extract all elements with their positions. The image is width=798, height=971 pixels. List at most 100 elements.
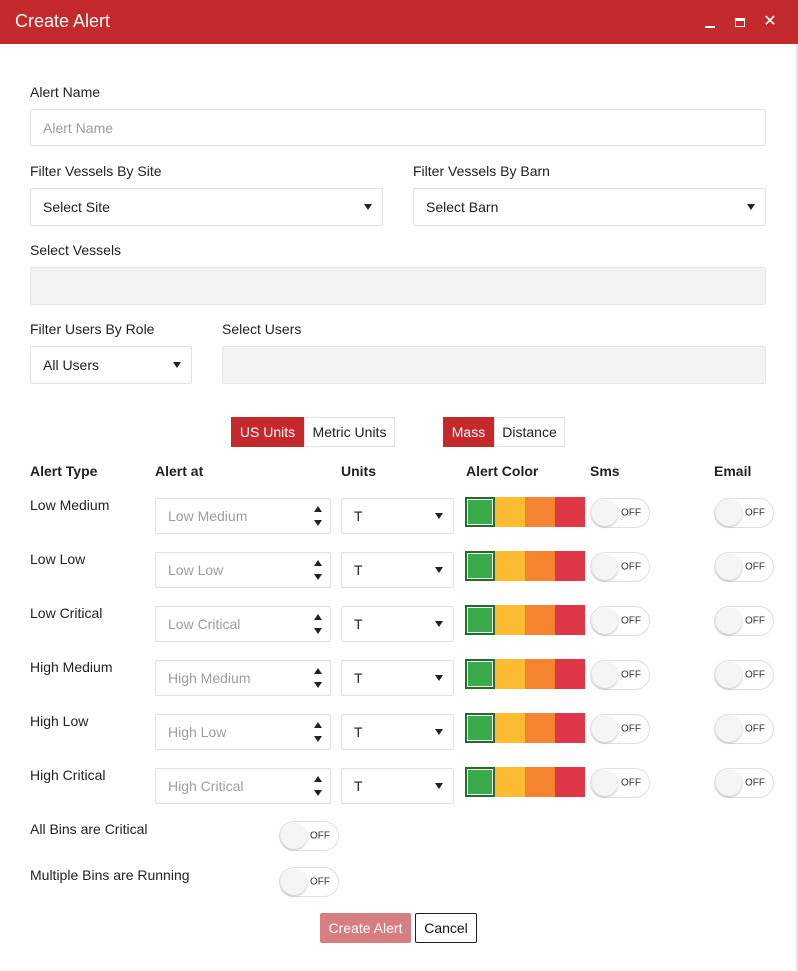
units-select[interactable]: T — [341, 660, 454, 696]
color-swatch[interactable] — [465, 767, 495, 797]
units-select-value: T — [354, 616, 363, 632]
email-toggle[interactable]: OFF — [714, 606, 774, 636]
maximize-button[interactable] — [730, 12, 750, 32]
units-select-value: T — [354, 670, 363, 686]
color-swatch[interactable] — [495, 551, 525, 581]
stepper-up-icon[interactable] — [314, 506, 322, 512]
units-select[interactable]: T — [341, 768, 454, 804]
barn-select[interactable]: Select Barn — [413, 188, 766, 226]
stepper-down-icon[interactable] — [314, 574, 322, 580]
email-toggle[interactable]: OFF — [714, 714, 774, 744]
alert-type-label: Low Critical — [30, 605, 103, 621]
chevron-down-icon — [435, 513, 443, 519]
email-toggle[interactable]: OFF — [714, 768, 774, 798]
alert-at-input[interactable]: Low Critical — [155, 606, 331, 642]
alert-at-input[interactable]: High Critical — [155, 768, 331, 804]
toggle-knob — [592, 662, 618, 688]
sms-toggle[interactable]: OFF — [590, 606, 650, 636]
color-swatch[interactable] — [555, 551, 585, 581]
color-swatch[interactable] — [495, 497, 525, 527]
us-units-button[interactable]: US Units — [231, 417, 304, 447]
alert-at-input[interactable]: High Medium — [155, 660, 331, 696]
color-swatch[interactable] — [465, 605, 495, 635]
color-swatch[interactable] — [525, 605, 555, 635]
create-alert-button[interactable]: Create Alert — [320, 913, 411, 943]
toggle-state: OFF — [621, 777, 641, 789]
email-toggle[interactable]: OFF — [714, 660, 774, 690]
minimize-button[interactable] — [700, 12, 720, 32]
email-toggle[interactable]: OFF — [714, 552, 774, 582]
stepper-down-icon[interactable] — [314, 736, 322, 742]
units-select-value: T — [354, 724, 363, 740]
color-swatch[interactable] — [495, 659, 525, 689]
site-select[interactable]: Select Site — [30, 188, 383, 226]
alert-name-field[interactable] — [30, 109, 766, 146]
all-bins-critical-toggle[interactable]: OFF — [279, 821, 339, 851]
toggle-knob — [716, 500, 742, 526]
color-swatch[interactable] — [465, 659, 495, 689]
alert-color-picker — [465, 767, 585, 797]
metric-units-button[interactable]: Metric Units — [304, 417, 395, 447]
toggle-knob — [716, 716, 742, 742]
sms-toggle[interactable]: OFF — [590, 768, 650, 798]
color-swatch[interactable] — [465, 497, 495, 527]
stepper-down-icon[interactable] — [314, 682, 322, 688]
color-swatch[interactable] — [525, 659, 555, 689]
stepper-down-icon[interactable] — [314, 790, 322, 796]
alert-type-label: Low Medium — [30, 497, 110, 513]
alert-at-input[interactable]: Low Medium — [155, 498, 331, 534]
color-swatch[interactable] — [555, 659, 585, 689]
sms-toggle[interactable]: OFF — [590, 714, 650, 744]
toggle-knob — [592, 608, 618, 634]
stepper-up-icon[interactable] — [314, 668, 322, 674]
stepper-icon[interactable] — [314, 668, 322, 688]
color-swatch[interactable] — [525, 767, 555, 797]
color-swatch[interactable] — [555, 605, 585, 635]
toggle-state: OFF — [310, 830, 330, 842]
stepper-down-icon[interactable] — [314, 628, 322, 634]
stepper-icon[interactable] — [314, 614, 322, 634]
stepper-up-icon[interactable] — [314, 614, 322, 620]
sms-toggle[interactable]: OFF — [590, 498, 650, 528]
stepper-up-icon[interactable] — [314, 560, 322, 566]
stepper-down-icon[interactable] — [314, 520, 322, 526]
sms-toggle[interactable]: OFF — [590, 660, 650, 690]
color-swatch[interactable] — [525, 713, 555, 743]
alert-name-input[interactable] — [31, 110, 765, 145]
vessels-multiselect[interactable] — [30, 267, 766, 305]
color-swatch[interactable] — [555, 497, 585, 527]
units-select[interactable]: T — [341, 498, 454, 534]
stepper-up-icon[interactable] — [314, 722, 322, 728]
distance-button[interactable]: Distance — [494, 417, 565, 447]
alert-at-input[interactable]: High Low — [155, 714, 331, 750]
color-swatch[interactable] — [495, 713, 525, 743]
multiple-bins-running-toggle[interactable]: OFF — [279, 867, 339, 897]
color-swatch[interactable] — [495, 605, 525, 635]
stepper-icon[interactable] — [314, 776, 322, 796]
stepper-icon[interactable] — [314, 560, 322, 580]
units-select[interactable]: T — [341, 552, 454, 588]
color-swatch[interactable] — [465, 551, 495, 581]
sms-toggle[interactable]: OFF — [590, 552, 650, 582]
close-button[interactable]: ✕ — [760, 12, 780, 32]
color-swatch[interactable] — [525, 497, 555, 527]
stepper-icon[interactable] — [314, 506, 322, 526]
color-swatch[interactable] — [525, 551, 555, 581]
users-multiselect[interactable] — [222, 346, 766, 384]
alert-at-placeholder: High Medium — [168, 670, 251, 686]
stepper-up-icon[interactable] — [314, 776, 322, 782]
email-toggle[interactable]: OFF — [714, 498, 774, 528]
stepper-icon[interactable] — [314, 722, 322, 742]
color-swatch[interactable] — [555, 767, 585, 797]
role-select[interactable]: All Users — [30, 346, 192, 384]
units-select[interactable]: T — [341, 606, 454, 642]
cancel-button[interactable]: Cancel — [415, 913, 477, 943]
color-swatch[interactable] — [465, 713, 495, 743]
color-swatch[interactable] — [495, 767, 525, 797]
color-swatch[interactable] — [555, 713, 585, 743]
site-select-value: Select Site — [43, 199, 110, 215]
alert-at-input[interactable]: Low Low — [155, 552, 331, 588]
mass-button[interactable]: Mass — [443, 417, 494, 447]
chevron-down-icon — [747, 204, 755, 210]
units-select[interactable]: T — [341, 714, 454, 750]
